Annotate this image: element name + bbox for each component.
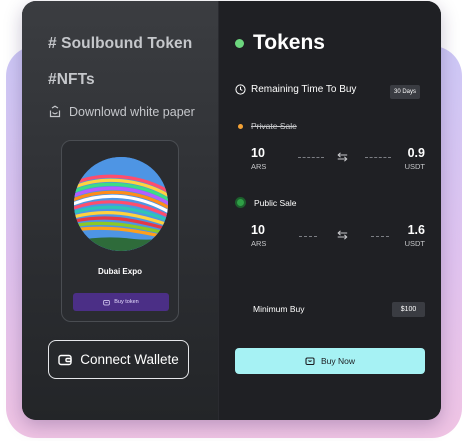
- soulbound-token-tag: # Soulbound Token: [48, 35, 193, 52]
- divider-dashes: [371, 236, 389, 237]
- swap-arrows-icon: ⇆: [337, 149, 348, 164]
- public-sale-to: 1.6 USDT: [397, 223, 425, 248]
- private-sale-row: Private Sale: [235, 121, 297, 131]
- public-sale-from: 10 ARS: [251, 223, 266, 248]
- wallet-icon: [58, 354, 72, 365]
- private-sale-to-currency: USDT: [404, 162, 425, 171]
- connect-wallet-label: Connect Wallete: [80, 352, 179, 367]
- private-sale-from-amount: 10: [251, 146, 265, 160]
- remaining-days-badge: 30 Days: [390, 85, 421, 99]
- swap-arrows-icon: ⇆: [337, 227, 348, 242]
- public-sale-dot-icon: [235, 197, 246, 208]
- nft-card: Dubai Expo Buy token: [61, 140, 179, 322]
- private-sale-to-amount: 0.9: [407, 146, 425, 160]
- left-panel: # Soulbound Token #NFTs Downlowd white p…: [22, 1, 218, 420]
- divider-dashes: [299, 236, 317, 237]
- token-card: # Soulbound Token #NFTs Downlowd white p…: [22, 1, 441, 420]
- private-sale-from-currency: ARS: [251, 162, 267, 171]
- minimum-buy-badge: $100: [392, 302, 425, 317]
- download-icon: [49, 105, 61, 118]
- nft-name: Dubai Expo: [97, 267, 142, 276]
- wallet-icon: [103, 299, 110, 305]
- divider-dashes: [298, 157, 324, 158]
- public-sale-row: Public Sale: [235, 197, 297, 208]
- buy-now-button[interactable]: Buy Now: [235, 348, 425, 374]
- nfts-tag: #NFTs: [48, 71, 95, 88]
- public-sale-from-currency: ARS: [251, 239, 267, 248]
- clock-icon: [235, 84, 246, 95]
- public-sale-to-amount: 1.6: [407, 223, 425, 237]
- remaining-time-label: Remaining Time To Buy: [251, 84, 357, 95]
- connect-wallet-button[interactable]: Connect Wallete: [48, 340, 189, 379]
- public-sale-to-currency: USDT: [404, 239, 425, 248]
- remaining-time-row: Remaining Time To Buy: [235, 84, 356, 95]
- divider-dashes: [365, 157, 391, 158]
- nft-image: [74, 157, 168, 251]
- buy-now-label: Buy Now: [320, 356, 355, 366]
- buy-token-button[interactable]: Buy token: [73, 293, 169, 311]
- public-sale-label: Public Sale: [254, 197, 297, 208]
- tokens-title: Tokens: [253, 31, 325, 54]
- right-panel: Tokens Remaining Time To Buy 30 Days Pri…: [218, 1, 441, 420]
- private-sale-to: 0.9 USDT: [397, 146, 425, 171]
- private-sale-label: Private Sale: [251, 121, 297, 131]
- wallet-icon: [305, 357, 315, 366]
- public-sale-from-amount: 10: [251, 223, 265, 237]
- private-sale-from: 10 ARS: [251, 146, 266, 171]
- download-label: Downlowd white paper: [69, 105, 195, 119]
- minimum-buy-label: Minimum Buy: [253, 304, 305, 314]
- status-dot-icon: [235, 38, 244, 48]
- download-white-paper-link[interactable]: Downlowd white paper: [48, 105, 195, 119]
- buy-token-label: Buy token: [114, 299, 139, 305]
- private-sale-dot-icon: [238, 123, 243, 129]
- tokens-header: Tokens: [235, 31, 325, 55]
